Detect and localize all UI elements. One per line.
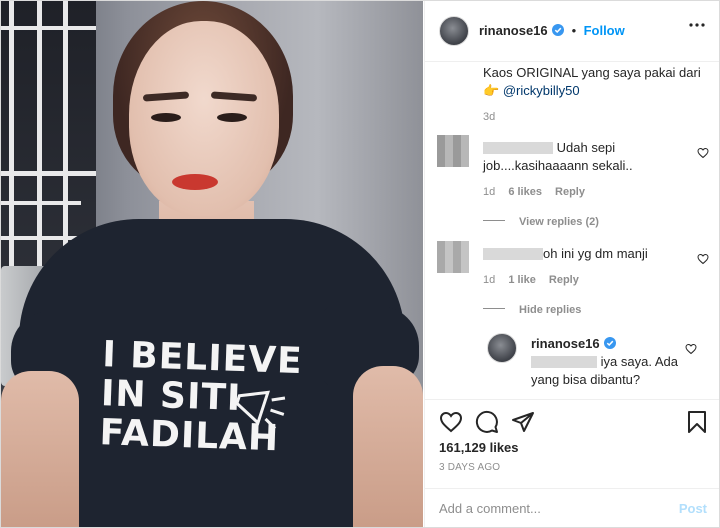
post-header: rinanose16 • Follow [425,1,719,62]
reply-username[interactable]: rinanose16 [531,336,600,351]
thread-line [483,220,505,222]
comment-age: 1d [483,186,496,198]
comment-icon[interactable] [475,410,499,434]
comment-text: job....kasihaaaann sekali.. [483,158,633,173]
like-comment-heart-icon[interactable] [697,147,709,159]
author-line: rinanose16 • Follow [479,22,625,40]
hide-replies-label: Hide replies [519,304,582,316]
comment-likes[interactable]: 6 likes [508,186,542,198]
post-photo[interactable]: I BELIEVE IN SITI FADILAH [1,1,423,527]
add-comment-input[interactable]: Add a comment... [439,501,541,516]
subject-arm-left [1,371,79,527]
reply-body: rinanose16 iya saya. Ada yang bisa diban… [531,335,691,389]
subject-eye-right [217,113,247,122]
caption-age: 3d [483,111,496,123]
share-paper-plane-icon[interactable] [511,410,535,434]
subject-eye-left [151,113,181,122]
save-bookmark-icon[interactable] [687,410,707,434]
commenter-avatar[interactable] [437,241,469,273]
blurred-mention [531,356,597,368]
comment-text: Udah sepi [556,140,616,155]
view-replies-button[interactable]: View replies (2) [483,212,693,230]
likes-count[interactable]: 161,129 likes [439,440,519,455]
reply-author-avatar[interactable] [487,333,517,363]
subject-arm-right [353,366,423,527]
blurred-username [483,248,543,260]
post-date: 3 DAYS AGO [439,462,501,473]
like-heart-icon[interactable] [439,410,463,434]
post-actions: 161,129 likes 3 DAYS AGO Add a comment..… [425,399,719,527]
more-options-icon[interactable] [689,23,705,27]
shirt-print-line: FADILAH [98,412,280,460]
comment-text: oh ini yg dm manji [543,246,648,261]
like-comment-heart-icon[interactable] [697,253,709,265]
header-separator: • [571,23,577,38]
instagram-post-modal: I BELIEVE IN SITI FADILAH rinanose16 • F… [0,0,720,528]
like-reply-heart-icon[interactable] [685,343,697,355]
verified-badge-icon [604,337,617,349]
author-username[interactable]: rinanose16 [479,23,548,38]
hide-replies-button[interactable]: Hide replies [483,300,693,318]
reply-text: iya saya. Ada [600,354,678,369]
comment-body: Udah sepi job....kasihaaaann sekali.. 1d… [483,139,693,230]
comment-reply-button[interactable]: Reply [555,186,585,198]
commenter-avatar[interactable] [437,135,469,167]
subject-lips [172,174,218,190]
post-caption: Kaos ORIGINAL yang saya pakai dari 👉 @ri… [483,64,708,126]
comment-body: oh ini yg dm manji 1d 1 like Reply Hide … [483,245,693,318]
caption-text: Kaos ORIGINAL yang saya pakai dari [483,65,701,80]
add-comment-bar: Add a comment... Post [425,488,719,527]
verified-badge-icon [552,24,565,36]
thread-line [483,308,505,310]
author-avatar[interactable] [439,16,469,46]
caption-mention-link[interactable]: @rickybilly50 [503,83,580,98]
comment-age: 1d [483,274,496,286]
follow-button[interactable]: Follow [584,23,625,38]
post-sidebar: rinanose16 • Follow Kaos ORIGINAL yang s… [424,1,719,527]
post-comment-button[interactable]: Post [679,501,707,516]
pointing-hand-emoji-icon: 👉 [483,83,500,98]
comment-reply-button[interactable]: Reply [549,274,579,286]
comment-likes[interactable]: 1 like [508,274,536,286]
view-replies-label: View replies (2) [519,216,599,228]
blurred-username [483,142,553,154]
reply-text: yang bisa dibantu? [531,372,641,387]
